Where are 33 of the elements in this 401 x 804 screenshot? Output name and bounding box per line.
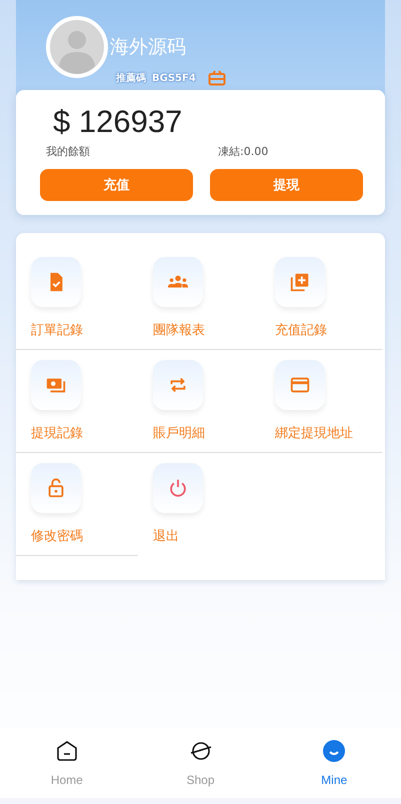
user-name: 海外源码 (110, 35, 186, 60)
menu-tile[interactable] (275, 360, 325, 410)
referral-code: BGS5F4 (152, 72, 196, 84)
menu-tile[interactable] (153, 360, 203, 410)
home-icon (54, 739, 79, 763)
menu-tile[interactable] (31, 257, 81, 307)
menu-label[interactable]: 提現記錄 (31, 424, 83, 442)
menu-tile[interactable] (153, 257, 203, 307)
frozen-amount: 凍結:0.00 (218, 144, 268, 159)
menu-tile[interactable] (31, 360, 81, 410)
nav-tab[interactable]: Shop (134, 728, 268, 798)
balance-amount: $ 126937 (53, 104, 184, 140)
balance-label: 我的餘額 (46, 144, 91, 159)
menu-label[interactable]: 退出 (153, 527, 179, 545)
menu-tile[interactable] (275, 257, 325, 307)
menu-tile[interactable] (153, 463, 203, 513)
menu-label[interactable]: 賬戶明細 (153, 424, 205, 442)
menu-label[interactable]: 訂單記錄 (31, 321, 83, 339)
add-copy-icon (289, 271, 311, 293)
menu-label[interactable]: 充值記錄 (275, 321, 327, 339)
nav-tab[interactable]: Home (0, 728, 134, 798)
menu-tile[interactable] (31, 463, 81, 513)
gift-icon[interactable] (208, 70, 226, 86)
nav-tab[interactable]: Mine (267, 728, 401, 798)
menu-label[interactable]: 團隊報表 (153, 321, 205, 339)
menu-label[interactable]: 修改密碼 (31, 527, 83, 545)
action-button[interactable]: 提現 (210, 169, 363, 201)
avatar-icon (46, 16, 108, 78)
action-button[interactable]: 充值 (40, 169, 193, 201)
smile-icon (322, 739, 346, 763)
referral-label: 推薦碼 (116, 72, 146, 85)
planet-icon (188, 739, 212, 763)
menu-label[interactable]: 綁定提現地址 (275, 424, 353, 442)
